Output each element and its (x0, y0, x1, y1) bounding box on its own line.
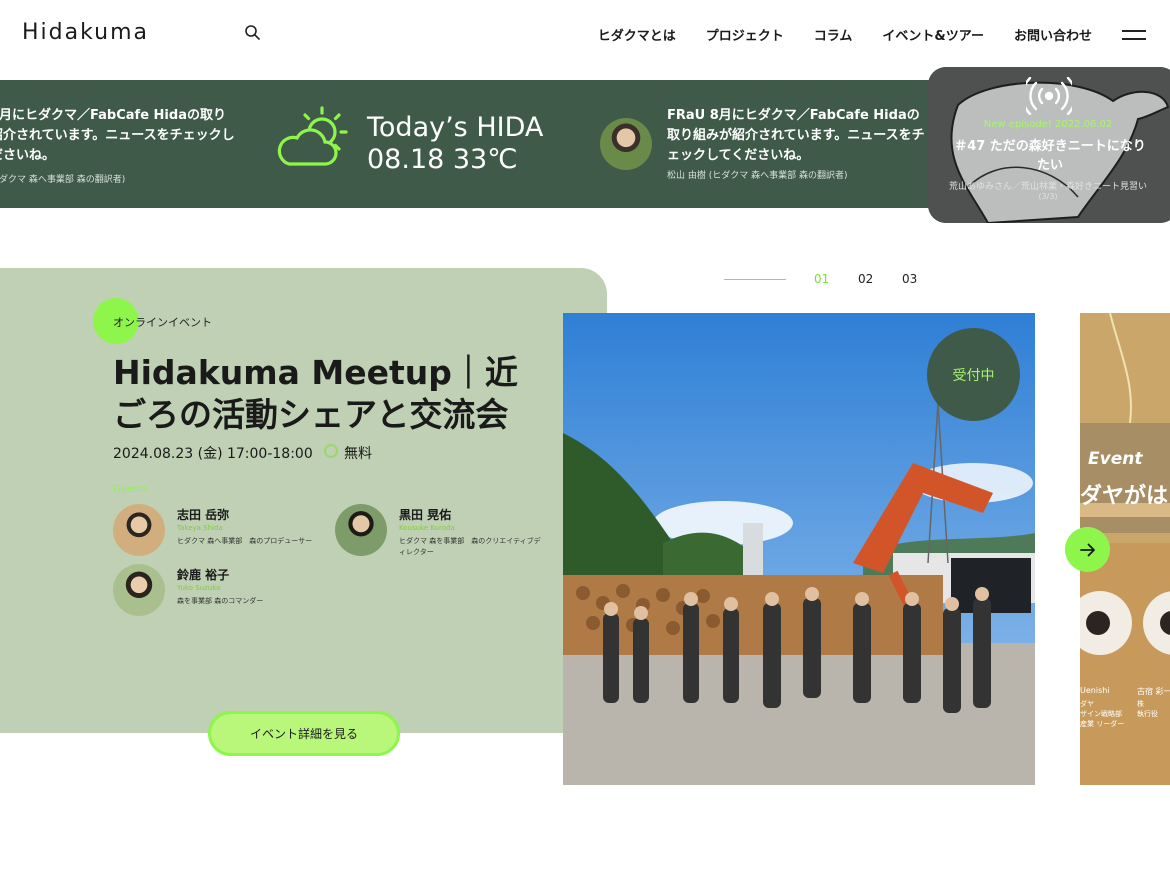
podcast-count: (3/3) (1038, 192, 1058, 201)
nav-item-contact[interactable]: お問い合わせ (1014, 25, 1092, 44)
guests-heading: Guests (113, 484, 148, 495)
event-category: オンラインイベント (113, 316, 212, 329)
podcast-guests: 荒山あゆみさん／荒山林業・森好きニート見習い (948, 182, 1147, 192)
pager-page-3[interactable]: 03 (902, 272, 946, 286)
next-event-title: ダヤがは (1080, 484, 1169, 509)
next-guest-name: 古宿 彩一 (1137, 687, 1170, 696)
next-slide-button[interactable] (1065, 527, 1110, 572)
next-guest-role: ダヤ ザイン戦略部 産業 リーダー (1080, 700, 1125, 728)
site-logo[interactable]: Hidakuma (22, 20, 149, 45)
next-guest-role: 株 執行役 (1137, 700, 1158, 718)
search-icon[interactable] (244, 24, 262, 42)
next-guest-name: Uenishi (1080, 686, 1110, 695)
podcast-episode-date: New episode! 2022.06.02 (983, 119, 1113, 130)
nav-item-column[interactable]: コラム (814, 25, 853, 44)
ticker-news-author: ヒダクマ 森へ事業部 森の翻訳者) (0, 175, 126, 185)
broadcast-icon (1021, 76, 1077, 116)
page: Hidakuma ヒダクマとは プロジェクト コラム イベント&ツアー お問い合… (0, 0, 1170, 870)
avatar (335, 504, 387, 556)
ticker-news-item[interactable]: FRaU 8月にヒダクマ／FabCafe Hidaの取り組みが紹介されています。… (667, 106, 932, 181)
main-nav: ヒダクマとは プロジェクト コラム イベント&ツアー お問い合わせ (598, 25, 1092, 44)
guest-role: 森を事業部 森のコマンダー (177, 597, 264, 605)
event-details-button[interactable]: イベント詳細を見る (208, 711, 400, 756)
pager-page-2[interactable]: 02 (858, 272, 902, 286)
avatar (113, 564, 165, 616)
guest-name: 黒田 晃佑 (399, 508, 452, 522)
guest-name: 志田 岳弥 (177, 508, 230, 522)
event-title[interactable]: Hidakuma Meetup｜近ごろの活動シェアと交流会 (113, 352, 533, 436)
ticker-news-text: 8月にヒダクマ／FabCafe Hidaの取り 紹介されています。ニュースをチェ… (0, 108, 235, 163)
podcast-card[interactable]: New episode! 2022.06.02 ＃47 ただの森好きニートになり… (928, 67, 1170, 223)
guest-name: 鈴鹿 裕子 (177, 568, 230, 582)
pager-page-1[interactable]: 01 (814, 272, 858, 286)
podcast-title: ＃47 ただの森好きニートになりたい (954, 139, 1146, 173)
nav-item-events-tours[interactable]: イベント&ツアー (882, 25, 984, 44)
weather-date-temp: 08.18 33℃ (367, 144, 518, 175)
ticker-news-text: FRaU 8月にヒダクマ／FabCafe Hidaの取り組みが紹介されています。… (667, 108, 925, 163)
guest-role: ヒダクマ 森へ事業部 森のプロデューサー (177, 537, 313, 545)
ticker-news-item[interactable]: 8月にヒダクマ／FabCafe Hidaの取り 紹介されています。ニュースをチェ… (0, 106, 240, 185)
partly-cloudy-icon (275, 104, 355, 170)
weather-title: Today’s HIDA (367, 112, 544, 143)
avatar (113, 504, 165, 556)
status-badge: 受付中 (927, 328, 1020, 421)
pager-progress (724, 278, 786, 280)
guest-role: ヒダクマ 森を事業部 森のクリエイティブディレクター (399, 537, 541, 556)
guest-roman-name: Takeya Shida (177, 524, 223, 532)
site-header: Hidakuma ヒダクマとは プロジェクト コラム イベント&ツアー お問い合… (0, 0, 1170, 70)
arrow-right-icon (1079, 543, 1095, 556)
hamburger-menu-icon[interactable] (1122, 28, 1146, 42)
guest-roman-name: Yuko Suzuka (177, 584, 221, 592)
slider-pager: 01 02 03 (724, 272, 946, 286)
event-card (0, 268, 607, 733)
yen-icon (324, 444, 338, 458)
nav-item-projects[interactable]: プロジェクト (706, 25, 784, 44)
avatar (600, 118, 652, 170)
next-event-label: Event (1088, 449, 1143, 469)
ticker-news-author: 松山 由樹 (ヒダクマ 森へ事業部 森の翻訳者) (667, 171, 848, 181)
event-fee: 無料 (344, 446, 372, 462)
nav-item-about[interactable]: ヒダクマとは (598, 25, 676, 44)
guest-roman-name: Kousuke Kuroda (399, 524, 455, 532)
event-date: 2024.08.23 (金) 17:00-18:00 (113, 446, 313, 462)
